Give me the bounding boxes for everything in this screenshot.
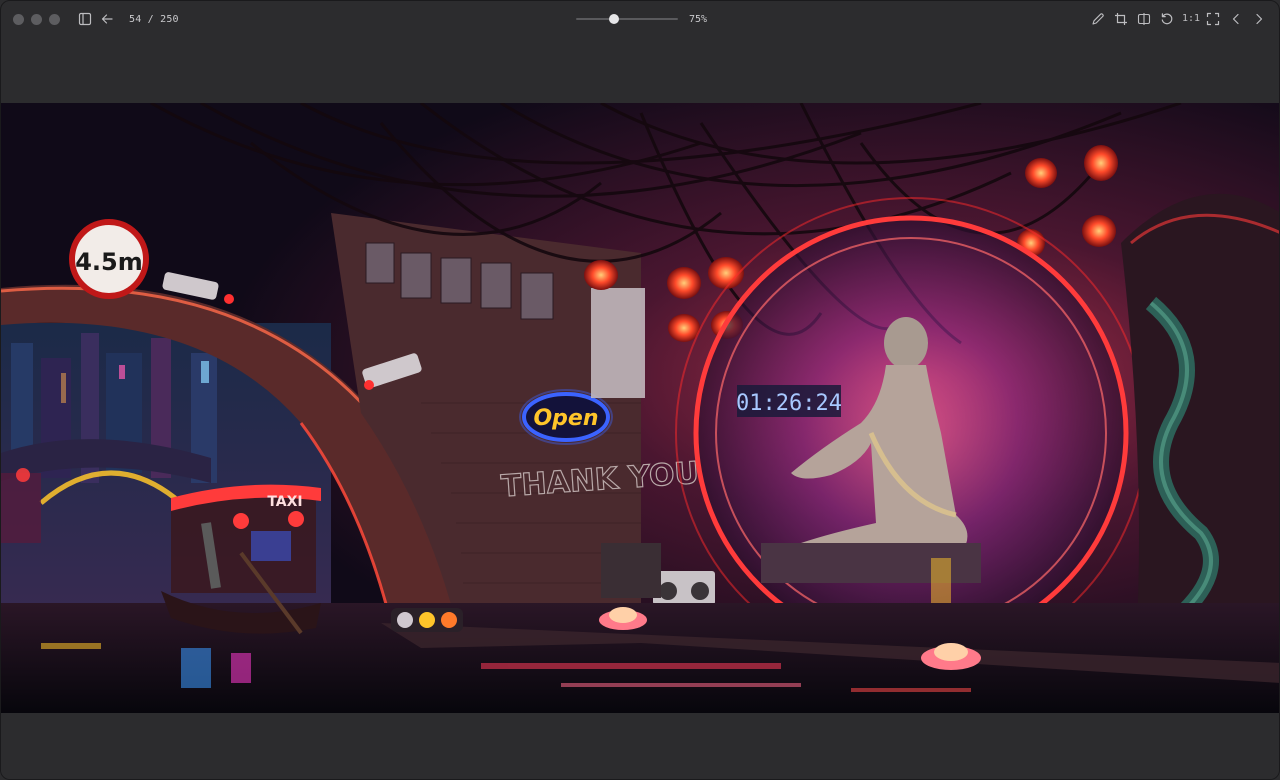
arrow-signal-lights: [391, 608, 463, 632]
display-clock-text: 01:26:24: [736, 391, 842, 416]
toolbar-right: 1:1: [1090, 11, 1267, 27]
taxi-sign-text: TAXI: [267, 494, 302, 510]
image-counter: 54 / 250: [129, 13, 179, 25]
neon-open-text: Open: [533, 406, 598, 431]
toolbar: 54 / 250 75% 1:1: [1, 1, 1279, 37]
zoom-slider[interactable]: [576, 11, 678, 27]
rotate-icon[interactable]: [1159, 11, 1175, 27]
actual-size-button[interactable]: 1:1: [1182, 11, 1200, 27]
cyberpunk-canal-artwork: THANK YOU 4.5m Open 01:26:24 TAXI: [1, 103, 1279, 713]
hanging-banner: [591, 288, 645, 398]
crop-icon[interactable]: [1113, 11, 1129, 27]
pencil-icon[interactable]: [1090, 11, 1106, 27]
sidebar-toggle-icon[interactable]: [77, 11, 93, 27]
speaker-box: [601, 543, 661, 598]
image-canvas[interactable]: THANK YOU 4.5m Open 01:26:24 TAXI: [1, 103, 1279, 713]
canvas-bottom-margin: [1, 713, 1279, 779]
zoom-slider-thumb[interactable]: [609, 14, 620, 24]
neon-open-sign: Open: [519, 389, 613, 445]
digital-display: 01:26:24: [736, 385, 842, 417]
minimize-window-button[interactable]: [31, 14, 42, 25]
arrow-left-icon[interactable]: [99, 11, 115, 27]
image-viewer-window: 54 / 250 75% 1:1 THANK YOU 4.5m Open 01:…: [0, 0, 1280, 780]
zoom-slider-track: [576, 18, 678, 20]
chevron-left-icon[interactable]: [1228, 11, 1244, 27]
chevron-right-icon[interactable]: [1251, 11, 1267, 27]
height-sign-text: 4.5m: [75, 248, 143, 276]
height-limit-sign: 4.5m: [69, 219, 149, 299]
zoom-level: 75%: [689, 13, 708, 25]
close-window-button[interactable]: [13, 14, 24, 25]
fullscreen-icon[interactable]: [1205, 11, 1221, 27]
toolbar-left: 54 / 250: [77, 11, 179, 27]
zoom-window-button[interactable]: [49, 14, 60, 25]
window-controls: [13, 14, 60, 25]
split-view-icon[interactable]: [1136, 11, 1152, 27]
boombox: [653, 571, 715, 605]
zoom-control: 75%: [576, 11, 707, 27]
